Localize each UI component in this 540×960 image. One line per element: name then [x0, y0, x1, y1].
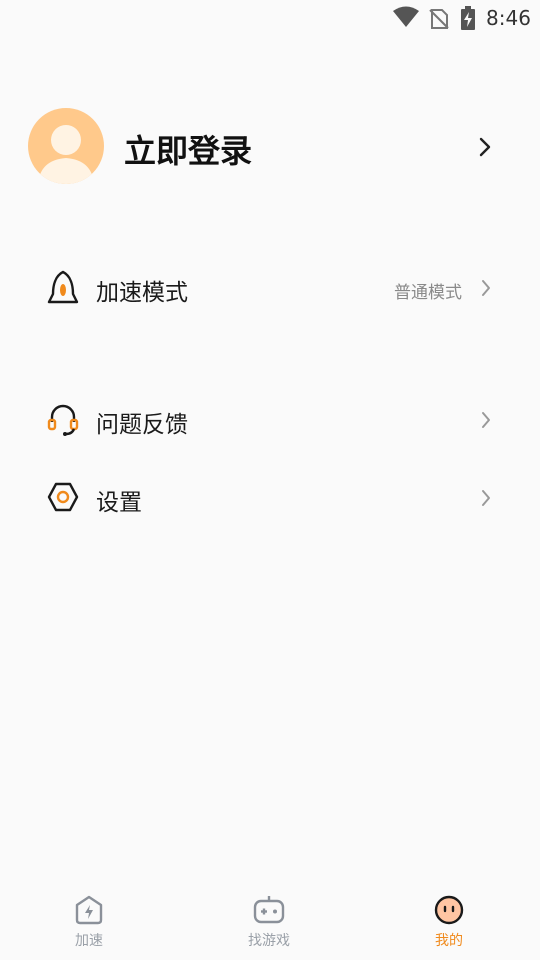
settings-icon — [46, 480, 80, 518]
bottom-tab-bar: 加速 找游戏 我的 — [0, 882, 540, 960]
login-row[interactable]: 立即登录 — [28, 108, 512, 186]
wifi-icon — [392, 6, 420, 32]
headset-icon — [46, 402, 80, 440]
lightning-hexagon-icon — [75, 895, 103, 925]
no-sim-icon — [428, 8, 450, 34]
battery-charging-icon — [460, 6, 476, 34]
menu-item-label: 加速模式 — [96, 280, 188, 306]
tab-mine[interactable]: 我的 — [389, 882, 509, 960]
tab-label: 加速 — [75, 933, 103, 949]
tab-label: 我的 — [435, 933, 463, 949]
chevron-right-icon — [480, 488, 492, 512]
gamepad-icon — [253, 896, 285, 924]
menu-item-value: 普通模式 — [394, 283, 462, 303]
tab-find-games[interactable]: 找游戏 — [209, 882, 329, 960]
rocket-icon — [46, 270, 80, 310]
menu-item-label: 问题反馈 — [96, 412, 188, 438]
menu-item-accel-mode[interactable]: 加速模式 普通模式 — [46, 264, 496, 312]
menu-item-feedback[interactable]: 问题反馈 — [46, 396, 496, 444]
chevron-right-icon — [478, 136, 492, 162]
status-time: 8:46 — [486, 6, 531, 30]
smiley-face-icon — [434, 895, 464, 925]
login-label[interactable]: 立即登录 — [124, 126, 252, 172]
chevron-right-icon — [480, 410, 492, 434]
tab-accelerate[interactable]: 加速 — [29, 882, 149, 960]
tab-label: 找游戏 — [248, 933, 290, 949]
menu-item-label: 设置 — [96, 490, 142, 516]
chevron-right-icon — [480, 278, 492, 302]
menu-item-settings[interactable]: 设置 — [46, 474, 496, 522]
status-bar: 8:46 — [0, 0, 540, 36]
avatar[interactable] — [28, 108, 104, 184]
